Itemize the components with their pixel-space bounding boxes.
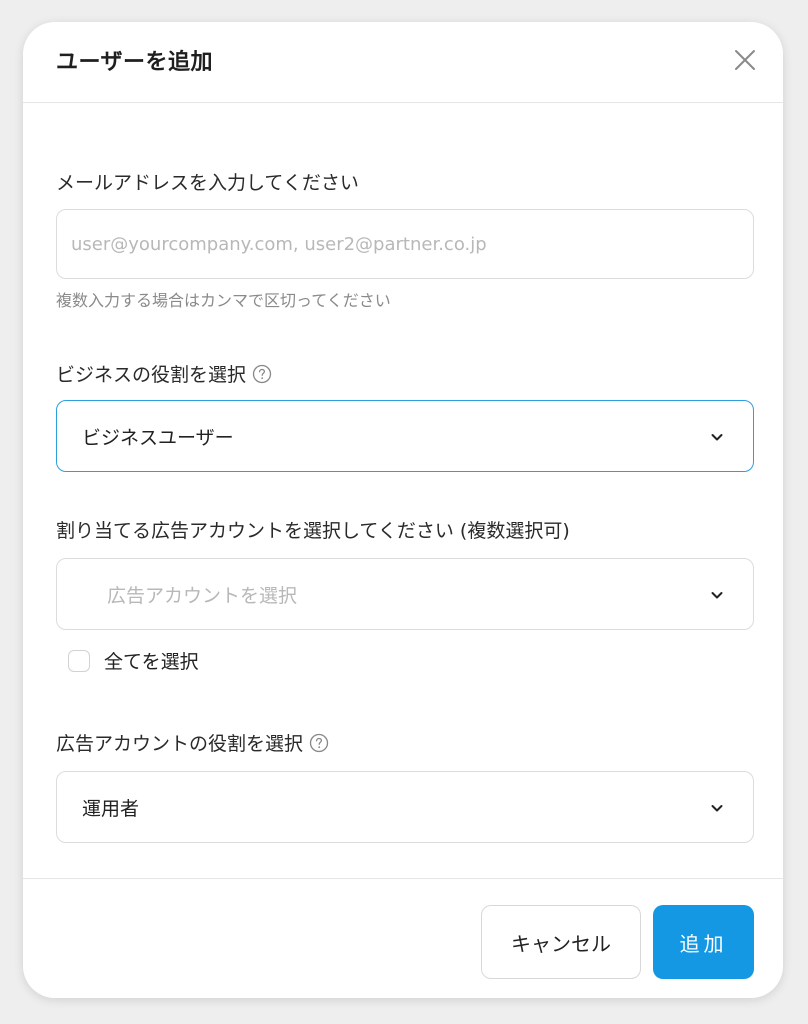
cancel-button[interactable]: キャンセル: [481, 905, 641, 979]
business-role-label-text: ビジネスの役割を選択: [56, 364, 247, 386]
ad-account-role-value: 運用者: [82, 798, 140, 820]
business-role-select[interactable]: ビジネスユーザー: [56, 400, 754, 472]
chevron-down-icon: [711, 592, 723, 599]
email-label: メールアドレスを入力してください: [56, 168, 359, 195]
select-all-label: 全てを選択: [104, 651, 199, 673]
add-user-dialog: ユーザーを追加 メールアドレスを入力してください 複数入力する場合はカンマで区切…: [23, 22, 783, 998]
add-button[interactable]: 追加: [653, 905, 754, 979]
ad-account-role-label-text: 広告アカウントの役割を選択: [56, 733, 304, 755]
ad-accounts-select[interactable]: 広告アカウントを選択: [56, 558, 754, 630]
email-field-wrapper: [56, 209, 754, 279]
ad-account-role-select[interactable]: 運用者: [56, 771, 754, 843]
ad-account-role-label: 広告アカウントの役割を選択: [56, 729, 329, 756]
select-all-checkbox[interactable]: [68, 649, 90, 672]
close-button[interactable]: [727, 42, 763, 78]
email-label-text: メールアドレスを入力してください: [56, 172, 359, 194]
dialog-footer: キャンセル 追加: [23, 878, 783, 998]
ad-accounts-placeholder: 広告アカウントを選択: [107, 585, 298, 607]
dialog-header: ユーザーを追加: [23, 22, 783, 103]
business-role-value: ビジネスユーザー: [82, 427, 234, 449]
select-all-row[interactable]: 全てを選択: [68, 647, 199, 674]
dialog-title: ユーザーを追加: [56, 50, 214, 75]
chevron-down-icon: [711, 805, 723, 812]
close-icon: [735, 50, 755, 70]
email-hint: 複数入力する場合はカンマで区切ってください: [56, 291, 391, 310]
help-circle-icon[interactable]: [252, 364, 272, 384]
ad-accounts-label-text: 割り当てる広告アカウントを選択してください (複数選択可): [56, 520, 570, 542]
email-field[interactable]: [57, 210, 753, 278]
business-role-label: ビジネスの役割を選択: [56, 360, 272, 387]
ad-accounts-label: 割り当てる広告アカウントを選択してください (複数選択可): [56, 516, 570, 543]
help-circle-icon[interactable]: [309, 733, 329, 753]
chevron-down-icon: [711, 434, 723, 441]
